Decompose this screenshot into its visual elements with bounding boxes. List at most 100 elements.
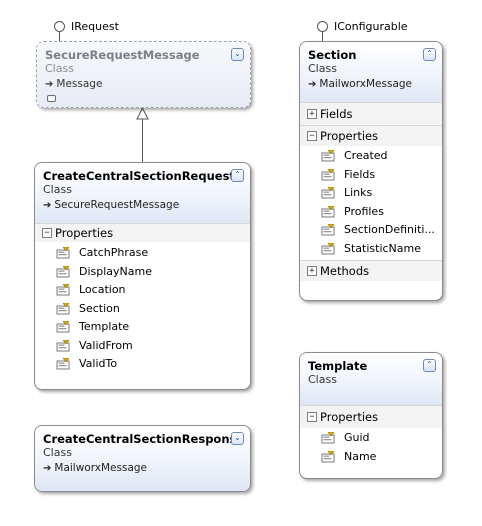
property-icon bbox=[321, 450, 335, 462]
fields-section-header[interactable]: + Fields bbox=[300, 102, 442, 125]
property-icon bbox=[56, 247, 70, 259]
class-section[interactable]: Section Class ➔ MailworxMessage ⌃ + Field… bbox=[299, 41, 443, 301]
class-title: CreateCentralSectionRequest bbox=[43, 169, 235, 183]
property-item[interactable]: Links bbox=[300, 184, 442, 203]
class-title: Template bbox=[308, 359, 368, 373]
iconfigurable-lollipop bbox=[317, 21, 328, 42]
property-item[interactable]: Section bbox=[35, 300, 250, 319]
inherit-arrow-icon: ➔ bbox=[43, 200, 52, 211]
property-item[interactable]: ValidTo bbox=[35, 355, 250, 374]
section-label: Properties bbox=[55, 226, 114, 240]
property-icon bbox=[56, 265, 70, 277]
inherit-arrow-icon: ➔ bbox=[308, 79, 317, 90]
class-kind: Class bbox=[308, 62, 337, 75]
property-name: ValidTo bbox=[79, 357, 118, 370]
property-name: Template bbox=[79, 320, 130, 333]
property-item[interactable]: Name bbox=[300, 448, 442, 467]
property-list: Created Fields Links Profiles SectionDef… bbox=[300, 146, 442, 258]
irequest-lollipop bbox=[54, 21, 65, 42]
collapse-toggle-icon[interactable]: ⌃ bbox=[231, 169, 244, 182]
property-icon bbox=[321, 432, 335, 444]
class-header: CreateCentralSectionRequest Class ➔ Secur… bbox=[35, 163, 250, 223]
class-kind: Class bbox=[45, 62, 74, 75]
collapse-icon[interactable]: − bbox=[307, 131, 317, 141]
property-name: CatchPhrase bbox=[79, 246, 149, 259]
properties-section-header[interactable]: − Properties bbox=[300, 405, 442, 428]
property-icon bbox=[321, 205, 335, 217]
property-item[interactable]: Guid bbox=[300, 429, 442, 448]
property-item[interactable]: Template bbox=[35, 318, 250, 337]
section-label: Methods bbox=[320, 264, 370, 278]
property-name: StatisticName bbox=[344, 241, 422, 255]
expand-toggle-icon[interactable]: ⌄ bbox=[231, 48, 244, 61]
class-header: CreateCentralSectionResponse Class ➔ Mail… bbox=[35, 426, 250, 491]
property-item[interactable]: Created bbox=[300, 147, 442, 166]
property-item[interactable]: StatisticName bbox=[300, 240, 442, 259]
class-create-central-section-response[interactable]: CreateCentralSectionResponse Class ➔ Mail… bbox=[34, 425, 251, 492]
irequest-label: IRequest bbox=[71, 20, 119, 33]
property-name: Links bbox=[344, 186, 373, 199]
properties-section-header[interactable]: − Properties bbox=[300, 125, 442, 146]
property-name: Guid bbox=[344, 431, 370, 444]
base-class: ➔ SecureRequestMessage bbox=[43, 198, 242, 213]
inheritance-arrow bbox=[136, 106, 149, 162]
collapse-toggle-icon[interactable]: ⌃ bbox=[423, 359, 436, 372]
collapse-icon[interactable]: − bbox=[307, 412, 317, 422]
property-list: CatchPhrase DisplayName Location Section… bbox=[35, 242, 250, 374]
base-class-name: Message bbox=[56, 78, 103, 90]
section-label: Properties bbox=[320, 129, 379, 143]
properties-section-header[interactable]: − Properties bbox=[35, 223, 250, 242]
class-create-central-section-request[interactable]: CreateCentralSectionRequest Class ➔ Secur… bbox=[34, 162, 251, 390]
property-name: Name bbox=[344, 449, 377, 463]
property-name: Profiles bbox=[344, 204, 384, 218]
inherit-arrow-icon: ➔ bbox=[43, 463, 52, 474]
base-class: ➔ Message bbox=[45, 77, 242, 92]
property-item[interactable]: CatchPhrase bbox=[35, 244, 250, 263]
class-secure-request-message[interactable]: SecureRequestMessage Class ➔ Message ⌄ bbox=[36, 41, 251, 108]
class-header: Template Class ⌃ bbox=[300, 353, 442, 405]
class-kind: Class bbox=[308, 373, 337, 386]
property-item[interactable]: SectionDefiniti... bbox=[300, 221, 442, 240]
collapse-icon[interactable]: − bbox=[42, 228, 52, 238]
property-icon bbox=[321, 242, 335, 254]
property-name: SectionDefiniti... bbox=[344, 223, 435, 236]
collapse-toggle-icon[interactable]: ⌃ bbox=[423, 48, 436, 61]
property-icon bbox=[56, 321, 70, 333]
inherit-arrow-icon: ➔ bbox=[45, 79, 54, 90]
property-name: DisplayName bbox=[79, 264, 152, 278]
class-header: SecureRequestMessage Class ➔ Message ⌄ bbox=[37, 42, 250, 107]
expand-icon[interactable]: + bbox=[307, 266, 317, 276]
class-title: Section bbox=[308, 48, 357, 62]
class-kind: Class bbox=[43, 446, 72, 459]
property-item[interactable]: ValidFrom bbox=[35, 337, 250, 356]
property-item[interactable]: Profiles bbox=[300, 203, 442, 222]
iconfigurable-label: IConfigurable bbox=[334, 20, 408, 33]
property-item[interactable]: Fields bbox=[300, 166, 442, 185]
methods-section-header[interactable]: + Methods bbox=[300, 260, 442, 281]
base-class-name: SecureRequestMessage bbox=[54, 199, 180, 211]
property-item[interactable]: DisplayName bbox=[35, 263, 250, 282]
property-icon bbox=[321, 224, 335, 236]
class-title: SecureRequestMessage bbox=[45, 48, 200, 62]
base-class: ➔ MailworxMessage bbox=[308, 77, 434, 92]
property-name: Fields bbox=[344, 167, 376, 181]
property-icon bbox=[321, 150, 335, 162]
base-class: ➔ MailworxMessage bbox=[43, 461, 242, 476]
section-label: Fields bbox=[320, 107, 353, 121]
class-kind: Class bbox=[43, 183, 72, 196]
class-template[interactable]: Template Class ⌃ − Properties Guid Name bbox=[299, 352, 443, 479]
class-header: Section Class ➔ MailworxMessage ⌃ bbox=[300, 42, 442, 102]
property-item[interactable]: Location bbox=[35, 281, 250, 300]
property-name: Location bbox=[79, 283, 126, 296]
property-icon bbox=[56, 358, 70, 370]
property-icon bbox=[56, 284, 70, 296]
section-label: Properties bbox=[320, 410, 379, 424]
base-class-name: MailworxMessage bbox=[54, 462, 147, 474]
interface-icon bbox=[47, 95, 56, 102]
property-icon bbox=[321, 187, 335, 199]
property-icon bbox=[56, 302, 70, 314]
property-icon bbox=[56, 339, 70, 351]
expand-toggle-icon[interactable]: ⌄ bbox=[231, 432, 244, 445]
expand-icon[interactable]: + bbox=[307, 109, 317, 119]
property-icon bbox=[321, 168, 335, 180]
